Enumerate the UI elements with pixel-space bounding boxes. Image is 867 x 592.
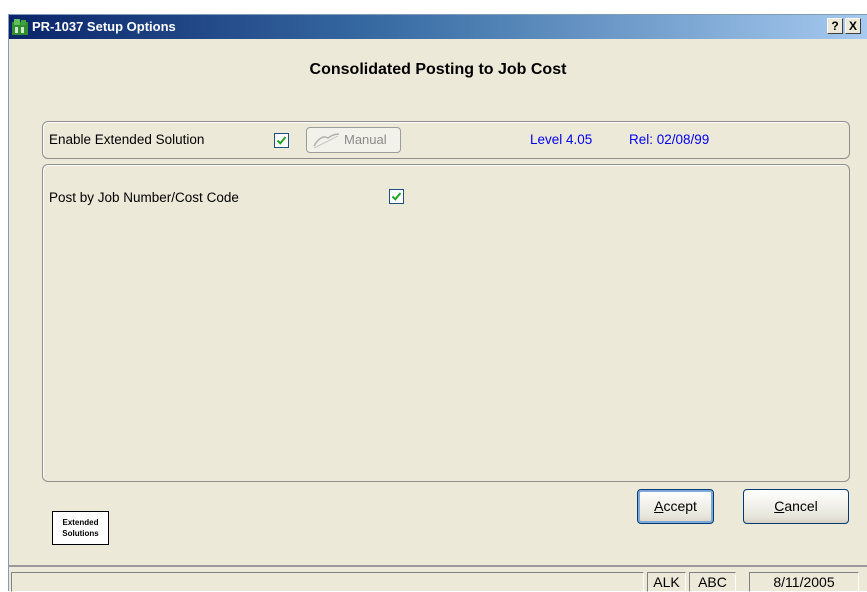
checkmark-icon (276, 136, 287, 145)
status-date: 8/11/2005 (749, 572, 859, 592)
logo-line-2: Solutions (62, 529, 99, 538)
help-button[interactable]: ? (827, 18, 843, 34)
release-date-text: Rel: 02/08/99 (629, 132, 710, 147)
accept-button[interactable]: Accept (637, 489, 714, 524)
close-button[interactable]: X (845, 18, 861, 34)
enable-extended-solution-checkbox[interactable] (274, 133, 289, 148)
options-group: Post by Job Number/Cost Code (42, 164, 850, 482)
enable-extended-solution-label: Enable Extended Solution (49, 132, 205, 147)
level-text: Level 4.05 (530, 132, 593, 147)
checkmark-icon (391, 192, 402, 201)
window-title: PR-1037 Setup Options (32, 19, 176, 34)
logo-line-1: Extended (62, 518, 99, 527)
extended-solution-group: Enable Extended Solution Manual Level 4.… (42, 121, 850, 159)
cancel-button[interactable]: Cancel (743, 489, 849, 524)
extended-solutions-logo: Extended Solutions (52, 511, 109, 545)
setup-options-window: PR-1037 Setup Options ? X Consolidated P… (8, 14, 867, 592)
app-icon (12, 19, 28, 35)
post-by-job-checkbox[interactable] (389, 189, 404, 204)
manual-button-label: Manual (344, 132, 387, 147)
status-bar: ALK ABC 8/11/2005 (9, 565, 867, 592)
manual-book-icon (313, 133, 340, 149)
title-bar[interactable]: PR-1037 Setup Options ? X (9, 15, 867, 39)
status-message (11, 572, 644, 592)
status-company: ABC (689, 572, 736, 592)
post-by-job-label: Post by Job Number/Cost Code (49, 190, 239, 205)
manual-button[interactable]: Manual (306, 127, 401, 153)
page-heading: Consolidated Posting to Job Cost (309, 61, 567, 78)
status-user: ALK (647, 572, 686, 592)
